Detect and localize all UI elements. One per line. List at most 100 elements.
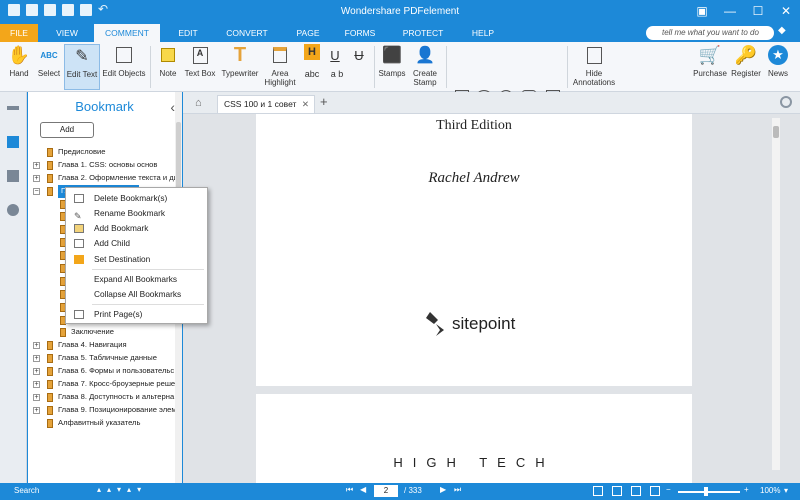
hide-annotations-icon	[583, 44, 605, 66]
bookmark-icon	[47, 148, 53, 157]
tab-view[interactable]: VIEW	[50, 24, 84, 42]
create-stamp-button[interactable]: 👤 Create Stamp	[408, 44, 442, 90]
bookmark-tree-item[interactable]: Заключение	[28, 326, 176, 339]
bookmark-icon	[47, 367, 53, 377]
page-number-input[interactable]: 2	[374, 485, 398, 497]
expand-toggle-icon[interactable]: +	[33, 342, 40, 350]
zoom-slider[interactable]	[678, 491, 740, 493]
document-scrollbar[interactable]	[772, 118, 780, 470]
tab-edit[interactable]: EDIT	[170, 24, 206, 42]
user-icon[interactable]: ▣	[692, 2, 712, 20]
new-tab-icon[interactable]: +	[320, 94, 328, 109]
flag-icon	[74, 255, 84, 264]
panel-title: Bookmark	[75, 99, 134, 114]
document-tab[interactable]: CSS 100 и 1 совет ✕	[217, 95, 315, 113]
settings-icon[interactable]	[780, 96, 792, 108]
next-page-icon[interactable]: ▶	[440, 485, 446, 494]
maximize-icon[interactable]: ☐	[748, 2, 768, 20]
set-destination-item[interactable]: Set Destination	[66, 252, 207, 267]
stamps-button[interactable]: ⬛ Stamps	[378, 44, 406, 90]
typewriter-button[interactable]: T Typewriter	[220, 44, 260, 90]
news-button[interactable]: ★ News	[764, 44, 792, 90]
comment-icon[interactable]	[7, 170, 19, 182]
search-label[interactable]: Search	[14, 486, 39, 495]
expand-toggle-icon[interactable]: −	[33, 187, 40, 195]
last-page-icon[interactable]: ⏭	[454, 485, 461, 495]
hand-button[interactable]: ✋ Hand	[4, 44, 34, 90]
strikethrough-button[interactable]: U	[348, 44, 370, 90]
bookmark-tree-item[interactable]: + Глава 9. Позиционирование элем	[28, 404, 176, 417]
edit-text-button[interactable]: ✎ Edit Text	[64, 44, 100, 90]
expand-toggle-icon[interactable]: +	[33, 406, 40, 414]
bookmark-tree-item[interactable]: + Глава 1. CSS: основы основ	[28, 159, 176, 172]
expand-toggle-icon[interactable]: +	[33, 355, 40, 363]
expand-toggle-icon[interactable]: +	[33, 161, 40, 169]
bookmark-icon[interactable]	[7, 136, 19, 148]
close-tab-icon[interactable]: ✕	[302, 96, 309, 113]
fit-icon[interactable]	[650, 486, 660, 496]
expand-toggle-icon[interactable]: +	[33, 393, 40, 401]
tab-help[interactable]: HELP	[466, 24, 500, 42]
bookmark-tree-item[interactable]: Предисловие	[28, 146, 176, 159]
zoom-level[interactable]: 100%	[760, 486, 780, 495]
add-bookmark-button[interactable]: Add	[40, 122, 94, 138]
status-bar: Search ▴▴▾▴▾ ⏮ ◀ 2 / 333 ▶ ⏭ − + 100% ▾	[0, 483, 800, 500]
bookmark-tree-item[interactable]: Алфавитный указатель	[28, 417, 176, 430]
two-page-icon[interactable]	[631, 486, 641, 496]
expand-toggle-icon[interactable]: +	[33, 368, 40, 376]
first-page-icon[interactable]: ⏮	[346, 485, 353, 495]
home-icon[interactable]: ⌂	[195, 97, 207, 109]
bookmark-label: Глава 7. Кросс-броузерные реше	[58, 379, 176, 389]
text-box-button[interactable]: A Text Box	[183, 44, 217, 90]
bookmark-tree-item[interactable]: + Глава 6. Формы и пользовательс	[28, 365, 176, 378]
purchase-button[interactable]: 🛒 Purchase	[692, 44, 728, 90]
collapse-all-item[interactable]: Collapse All Bookmarks	[66, 287, 207, 302]
single-page-icon[interactable]	[593, 486, 603, 496]
bookmark-icon	[47, 418, 53, 428]
zoom-dropdown-icon[interactable]: ▾	[784, 486, 788, 495]
tab-protect[interactable]: PROTECT	[400, 24, 446, 42]
rename-bookmark-item[interactable]: ✎ Rename Bookmark	[66, 206, 207, 221]
prev-page-icon[interactable]: ◀	[360, 485, 366, 494]
continuous-icon[interactable]	[612, 486, 622, 496]
zoom-slider-handle[interactable]	[704, 487, 708, 496]
search-panel-icon[interactable]	[7, 204, 19, 216]
bookmark-label: Предисловие	[58, 147, 106, 156]
bookmark-tree-item[interactable]: + Глава 2. Оформление текста и ди	[28, 172, 176, 185]
window-title: Wondershare PDFelement	[340, 6, 460, 17]
area-highlight-icon	[269, 44, 291, 66]
tab-convert[interactable]: CONVERT	[220, 24, 274, 42]
bookmark-tree-item[interactable]: + Глава 8. Доступность и альтерна	[28, 391, 176, 404]
bookmark-tree-item[interactable]: + Глава 4. Навигация	[28, 339, 176, 352]
register-button[interactable]: 🔑 Register	[730, 44, 762, 90]
zoom-out-icon[interactable]: −	[666, 485, 671, 494]
add-child-item[interactable]: Add Child	[66, 236, 207, 251]
tab-forms[interactable]: FORMS	[340, 24, 380, 42]
more-icon[interactable]: ◆	[778, 25, 794, 41]
area-highlight-button[interactable]: Area Highlight	[262, 44, 298, 90]
bookmark-label: Глава 2. Оформление текста и ди	[58, 172, 176, 182]
select-button[interactable]: ABC Select	[36, 44, 62, 90]
tab-comment[interactable]: COMMENT	[94, 24, 160, 42]
expand-toggle-icon[interactable]: +	[33, 381, 40, 389]
delete-bookmark-item[interactable]: Delete Bookmark(s)	[66, 191, 207, 206]
zoom-in-icon[interactable]: +	[744, 485, 749, 494]
total-pages: / 333	[404, 486, 422, 495]
tab-file[interactable]: FILE	[0, 24, 38, 42]
collapse-icon[interactable]	[7, 106, 19, 110]
bookmark-tree-item[interactable]: + Глава 5. Табличные данные	[28, 352, 176, 365]
tab-page[interactable]: PAGE	[290, 24, 326, 42]
bookmark-icon	[60, 328, 66, 338]
print-pages-item[interactable]: Print Page(s)	[66, 307, 207, 322]
note-button[interactable]: Note	[155, 44, 181, 90]
bookmark-tree-item[interactable]: + Глава 7. Кросс-броузерные реше	[28, 378, 176, 391]
close-icon[interactable]: ✕	[776, 2, 796, 20]
expand-all-item[interactable]: Expand All Bookmarks	[66, 272, 207, 287]
edit-objects-button[interactable]: Edit Objects	[102, 44, 146, 90]
hide-annotations-button[interactable]: Hide Annotations	[572, 44, 616, 90]
minimize-icon[interactable]: —	[720, 2, 740, 20]
add-bookmark-item[interactable]: Add Bookmark	[66, 221, 207, 236]
nav-arrows-icon[interactable]: ▴▴▾▴▾	[97, 485, 147, 494]
expand-toggle-icon[interactable]: +	[33, 174, 40, 182]
search-input[interactable]: tell me what you want to do	[646, 26, 774, 40]
